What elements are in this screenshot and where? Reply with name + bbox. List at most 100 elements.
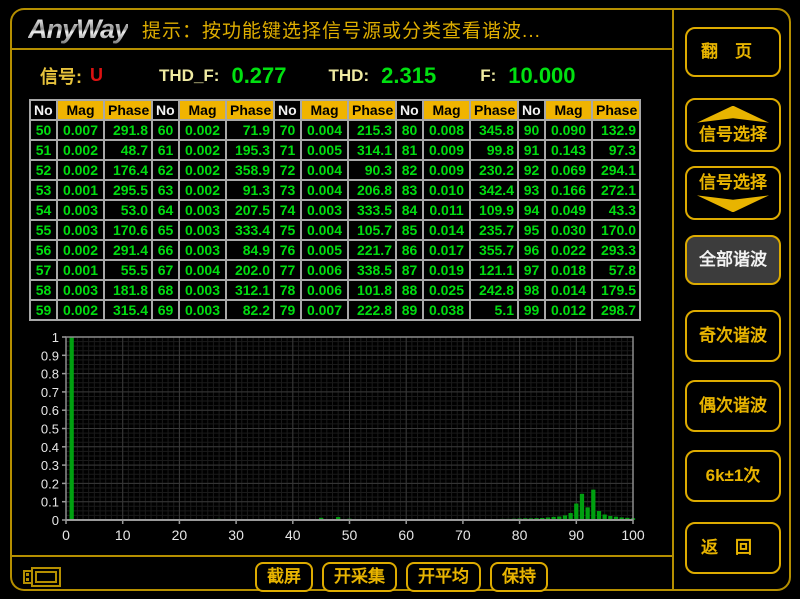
col-header-no: No bbox=[152, 100, 179, 120]
col-header-phase: Phase bbox=[226, 100, 274, 120]
cell-mag: 0.003 bbox=[179, 200, 226, 220]
cell-no: 81 bbox=[396, 140, 423, 160]
y-tick-label: 0.7 bbox=[41, 385, 59, 400]
harmonic-bar bbox=[591, 490, 595, 520]
table-row: 560.002291.4660.00384.9760.005221.7860.0… bbox=[30, 240, 640, 260]
y-tick-label: 0.1 bbox=[41, 495, 59, 510]
cell-phase: 358.9 bbox=[226, 160, 274, 180]
cell-mag: 0.001 bbox=[57, 260, 104, 280]
cell-no: 75 bbox=[274, 220, 301, 240]
cell-mag: 0.017 bbox=[423, 240, 470, 260]
usb-storage-icon bbox=[20, 565, 64, 589]
cell-no: 66 bbox=[152, 240, 179, 260]
cell-mag: 0.004 bbox=[179, 260, 226, 280]
col-header-no: No bbox=[30, 100, 57, 120]
hold-button[interactable]: 保持 bbox=[490, 562, 548, 592]
cell-no: 55 bbox=[30, 220, 57, 240]
cell-phase: 202.0 bbox=[226, 260, 274, 280]
cell-phase: 121.1 bbox=[470, 260, 518, 280]
cell-phase: 295.5 bbox=[104, 180, 152, 200]
f-label: F: bbox=[480, 66, 496, 86]
cell-no: 92 bbox=[518, 160, 545, 180]
cell-no: 68 bbox=[152, 280, 179, 300]
even-harmonics-button[interactable]: 偶次谐波 bbox=[685, 380, 781, 432]
cell-mag: 0.003 bbox=[179, 220, 226, 240]
harmonic-bar bbox=[569, 513, 573, 520]
start-acquisition-button[interactable]: 开采集 bbox=[322, 562, 397, 592]
odd-harmonics-button[interactable]: 奇次谐波 bbox=[685, 310, 781, 362]
f-value: 10.000 bbox=[508, 63, 575, 89]
x-tick-label: 90 bbox=[569, 527, 585, 543]
6k-plus-minus-1-label: 6k±1次 bbox=[706, 467, 761, 486]
y-tick-label: 1 bbox=[52, 330, 59, 345]
cell-mag: 0.005 bbox=[301, 240, 348, 260]
cell-no: 53 bbox=[30, 180, 57, 200]
harmonics-chart: 010203040506070809010000.10.20.30.40.50.… bbox=[27, 330, 673, 548]
tip-bar: AnyWay 提示：按功能键选择信号源或分类查看谐波... bbox=[12, 10, 673, 50]
harmonics-table-body: 500.007291.8600.00271.9700.004215.3800.0… bbox=[30, 120, 640, 320]
thd-value: 2.315 bbox=[381, 63, 436, 89]
start-averaging-button[interactable]: 开平均 bbox=[406, 562, 481, 592]
cell-mag: 0.002 bbox=[179, 160, 226, 180]
harmonic-bar bbox=[580, 494, 584, 520]
cell-mag: 0.014 bbox=[545, 280, 592, 300]
harmonic-bar bbox=[586, 507, 590, 520]
cell-mag: 0.004 bbox=[301, 220, 348, 240]
cell-no: 52 bbox=[30, 160, 57, 180]
all-harmonics-button[interactable]: 全部谐波 bbox=[685, 235, 781, 285]
x-tick-label: 40 bbox=[285, 527, 301, 543]
signal-select-up-button[interactable]: 信号选择 bbox=[685, 98, 781, 152]
col-header-no: No bbox=[274, 100, 301, 120]
cell-no: 89 bbox=[396, 300, 423, 320]
signal-select-down-button[interactable]: 信号选择 bbox=[685, 166, 781, 220]
cell-no: 87 bbox=[396, 260, 423, 280]
6k-plus-minus-1-button[interactable]: 6k±1次 bbox=[685, 450, 781, 502]
x-tick-label: 50 bbox=[342, 527, 358, 543]
cell-phase: 5.1 bbox=[470, 300, 518, 320]
cell-phase: 179.5 bbox=[592, 280, 640, 300]
cell-no: 90 bbox=[518, 120, 545, 140]
cell-phase: 272.1 bbox=[592, 180, 640, 200]
col-header-phase: Phase bbox=[470, 100, 518, 120]
cell-phase: 43.3 bbox=[592, 200, 640, 220]
signal-value: U bbox=[90, 65, 103, 86]
sidebar: 翻 页 信号选择 信号选择 全部谐波 奇次谐波 偶次谐波 6k±1次 返 回 bbox=[672, 8, 791, 591]
x-tick-label: 100 bbox=[621, 527, 645, 543]
cell-phase: 181.8 bbox=[104, 280, 152, 300]
cell-mag: 0.004 bbox=[301, 160, 348, 180]
cell-mag: 0.007 bbox=[301, 300, 348, 320]
cell-phase: 176.4 bbox=[104, 160, 152, 180]
table-row: 530.001295.5630.00291.3730.004206.8830.0… bbox=[30, 180, 640, 200]
cell-no: 97 bbox=[518, 260, 545, 280]
all-harmonics-label: 全部谐波 bbox=[699, 251, 767, 270]
cell-no: 96 bbox=[518, 240, 545, 260]
cell-mag: 0.002 bbox=[57, 140, 104, 160]
up-arrow-icon bbox=[697, 106, 769, 123]
cell-mag: 0.019 bbox=[423, 260, 470, 280]
col-header-no: No bbox=[518, 100, 545, 120]
cell-no: 77 bbox=[274, 260, 301, 280]
col-header-mag: Mag bbox=[179, 100, 226, 120]
x-tick-label: 30 bbox=[228, 527, 244, 543]
return-button[interactable]: 返 回 bbox=[685, 522, 781, 574]
cell-no: 65 bbox=[152, 220, 179, 240]
return-label: 返 回 bbox=[687, 539, 779, 558]
screenshot-button[interactable]: 截屏 bbox=[255, 562, 313, 592]
cell-phase: 206.8 bbox=[348, 180, 396, 200]
table-row: 550.003170.6650.003333.4750.004105.7850.… bbox=[30, 220, 640, 240]
page-turn-button[interactable]: 翻 页 bbox=[685, 27, 781, 77]
cell-no: 91 bbox=[518, 140, 545, 160]
cell-mag: 0.003 bbox=[301, 200, 348, 220]
y-tick-label: 0.4 bbox=[41, 440, 59, 455]
x-tick-label: 70 bbox=[455, 527, 471, 543]
cell-no: 74 bbox=[274, 200, 301, 220]
cell-phase: 105.7 bbox=[348, 220, 396, 240]
x-tick-label: 60 bbox=[398, 527, 414, 543]
cell-mag: 0.002 bbox=[57, 240, 104, 260]
cell-mag: 0.018 bbox=[545, 260, 592, 280]
cell-phase: 215.3 bbox=[348, 120, 396, 140]
cell-mag: 0.049 bbox=[545, 200, 592, 220]
cell-phase: 222.8 bbox=[348, 300, 396, 320]
cell-mag: 0.090 bbox=[545, 120, 592, 140]
table-row: 590.002315.4690.00382.2790.007222.8890.0… bbox=[30, 300, 640, 320]
